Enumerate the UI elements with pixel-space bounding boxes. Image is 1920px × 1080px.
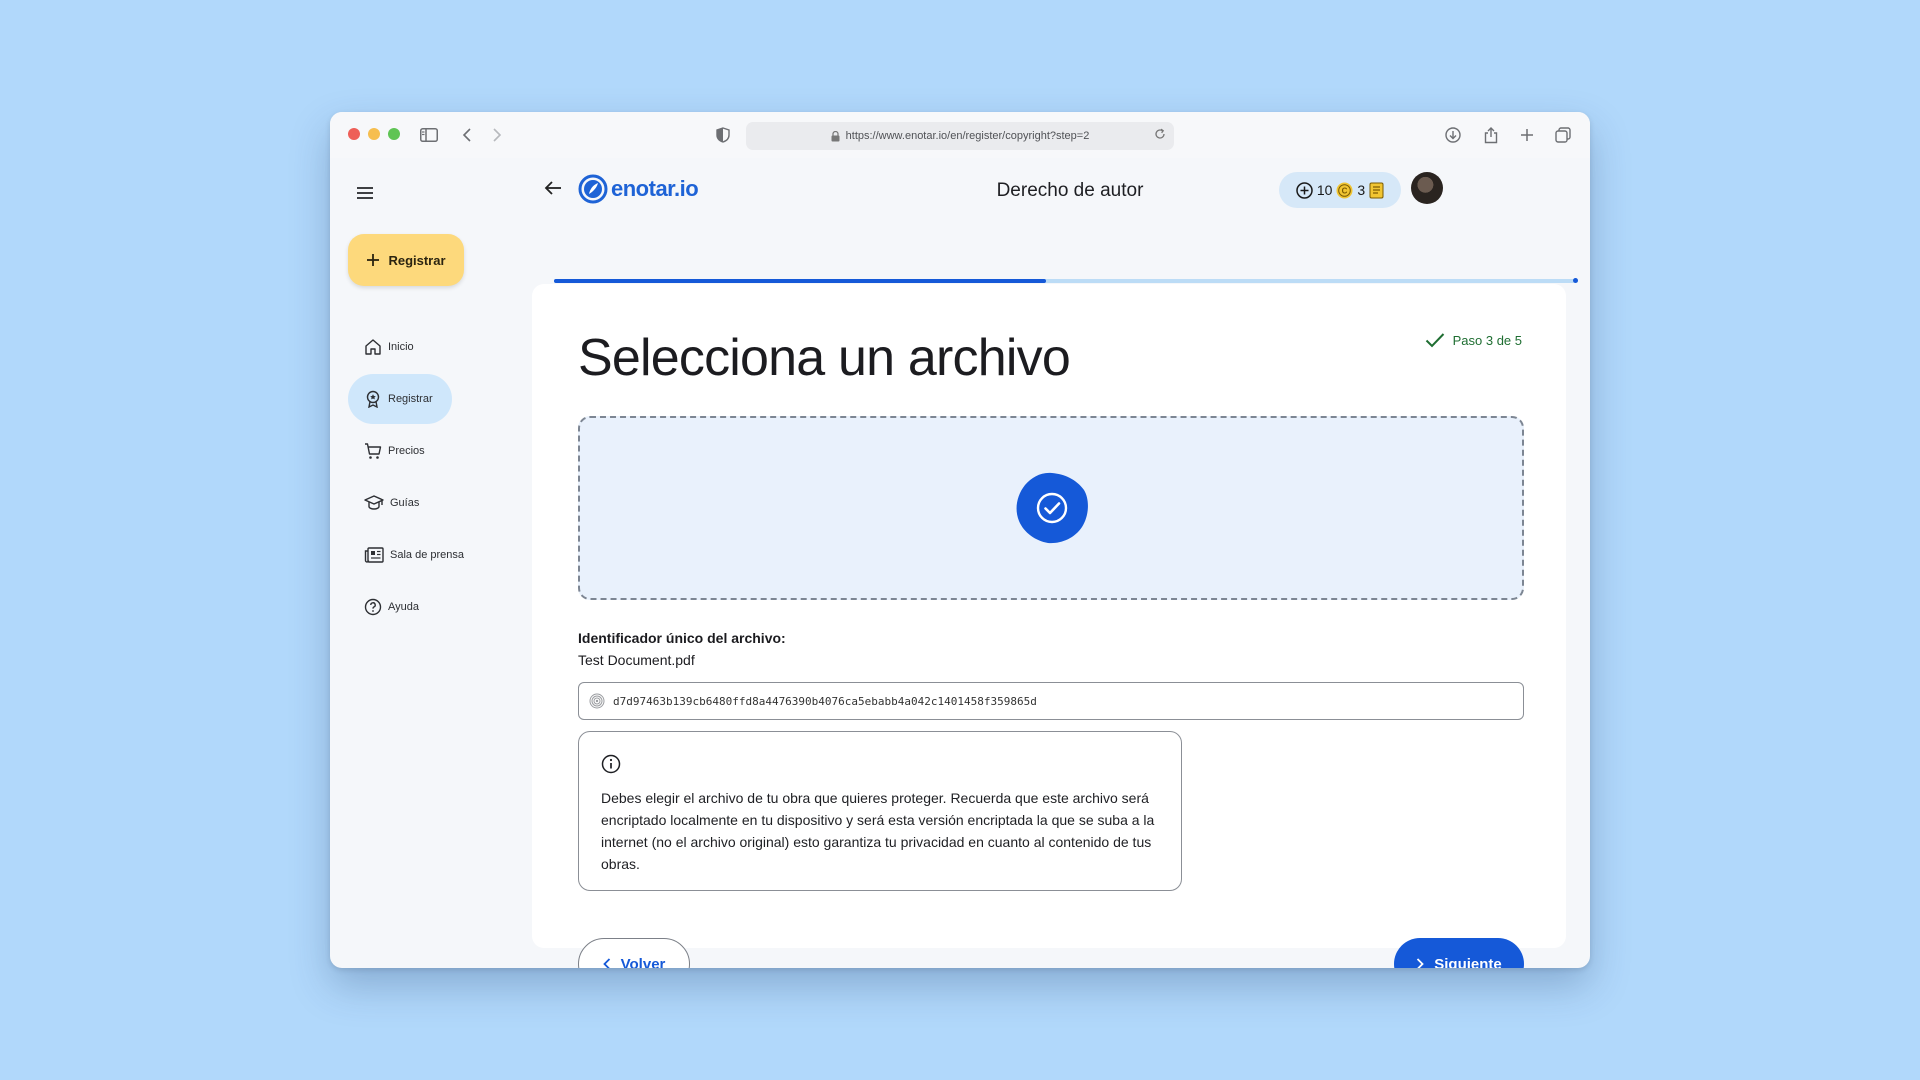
download-icon[interactable]	[1442, 124, 1464, 146]
app-header: enotar.io Derecho de autor 10 C 3	[530, 158, 1590, 228]
info-text: Debes elegir el archivo de tu obra que q…	[601, 790, 1155, 872]
svg-text:C: C	[1342, 186, 1348, 195]
file-id-label: Identificador único del archivo:	[578, 630, 786, 646]
close-window-button[interactable]	[348, 128, 360, 140]
main-title: Selecciona un archivo	[578, 329, 1071, 387]
back-button-label: Volver	[620, 955, 666, 969]
certificate-icon	[1369, 182, 1384, 198]
sidebar-item-label: Ayuda	[388, 601, 419, 613]
tab-overview-icon[interactable]	[1552, 124, 1574, 146]
cart-icon	[365, 443, 382, 459]
page-title: Derecho de autor	[996, 180, 1144, 201]
step-indicator: Paso 3 de 5	[1425, 332, 1522, 348]
browser-forward-icon[interactable]	[486, 124, 508, 146]
sidebar-item-label: Precios	[388, 445, 425, 457]
credits-badge[interactable]: 10 C 3	[1279, 172, 1401, 208]
credits-count: 10	[1316, 182, 1333, 198]
logo-text: enotar.io	[611, 176, 699, 201]
minimize-window-button[interactable]	[368, 128, 380, 140]
file-dropzone[interactable]	[578, 416, 1524, 600]
enotario-logo[interactable]: enotar.io	[578, 174, 699, 204]
sidebar-item-label: Inicio	[388, 341, 414, 353]
coin-icon: C	[1336, 182, 1353, 198]
next-button-label: Siguiente	[1434, 955, 1502, 969]
sidebar: Registrar Inicio Registrar Precios Guías…	[330, 158, 530, 968]
new-register-button[interactable]: Registrar	[348, 234, 464, 286]
browser-window: https://www.enotar.io/en/register/copyri…	[330, 112, 1590, 968]
next-button[interactable]: Siguiente	[1394, 938, 1524, 968]
sidebar-item-inicio[interactable]: Inicio	[348, 322, 452, 372]
privacy-shield-icon[interactable]	[712, 124, 734, 146]
info-box: Debes elegir el archivo de tu obra que q…	[578, 731, 1182, 891]
sidebar-item-precios[interactable]: Precios	[348, 426, 452, 476]
step-label: Paso 3 de 5	[1452, 332, 1522, 348]
chevron-right-icon	[1417, 958, 1425, 968]
back-button[interactable]: Volver	[578, 938, 690, 968]
sidebar-item-registrar[interactable]: Registrar	[348, 374, 452, 424]
main-card: Paso 3 de 5 Selecciona un archivo Identi…	[532, 284, 1566, 968]
new-register-label: Registrar	[388, 252, 446, 268]
info-icon	[601, 754, 621, 774]
sidebar-item-ayuda[interactable]: Ayuda	[348, 582, 452, 632]
menu-icon[interactable]	[356, 186, 374, 205]
maximize-window-button[interactable]	[388, 128, 400, 140]
window-controls	[348, 128, 400, 140]
file-name: Test Document.pdf	[578, 652, 695, 668]
wizard-progress-bar	[554, 278, 1578, 283]
address-bar[interactable]: https://www.enotar.io/en/register/copyri…	[746, 122, 1174, 150]
user-avatar[interactable]	[1411, 172, 1443, 204]
new-tab-icon[interactable]	[1516, 124, 1538, 146]
graduation-cap-icon	[364, 495, 384, 510]
sidebar-item-label: Sala de prensa	[390, 549, 464, 561]
home-icon	[365, 339, 381, 355]
reload-icon[interactable]	[1154, 128, 1166, 143]
chevron-left-icon	[602, 958, 610, 968]
help-circle-icon	[364, 598, 382, 616]
upload-success-icon	[1016, 472, 1088, 544]
newspaper-icon	[364, 547, 384, 563]
browser-toolbar: https://www.enotar.io/en/register/copyri…	[330, 112, 1590, 158]
back-arrow-icon[interactable]	[544, 180, 562, 201]
url-text: https://www.enotar.io/en/register/copyri…	[845, 130, 1090, 142]
browser-back-icon[interactable]	[456, 124, 478, 146]
file-hash-field[interactable]: d7d97463b139cb6480ffd8a4476390b4076ca5eb…	[578, 682, 1524, 720]
coins-count: 3	[1357, 182, 1366, 198]
sidebar-item-label: Registrar	[388, 393, 433, 405]
wizard-progress-fill	[554, 279, 1046, 283]
sidebar-item-label: Guías	[390, 497, 420, 509]
fingerprint-icon	[589, 693, 605, 709]
sidebar-toggle-icon[interactable]	[418, 124, 440, 146]
wizard-progress-end	[1573, 278, 1578, 283]
lock-icon	[831, 130, 840, 141]
file-hash-value: d7d97463b139cb6480ffd8a4476390b4076ca5eb…	[613, 694, 1037, 708]
add-circle-icon	[1296, 181, 1313, 199]
sidebar-item-guias[interactable]: Guías	[348, 478, 452, 528]
quill-logo-icon	[578, 174, 608, 204]
award-icon	[366, 390, 380, 408]
sidebar-item-sala-de-prensa[interactable]: Sala de prensa	[348, 530, 478, 580]
plus-icon	[367, 254, 380, 266]
checkmark-icon	[1425, 333, 1444, 348]
share-icon[interactable]	[1480, 124, 1502, 146]
